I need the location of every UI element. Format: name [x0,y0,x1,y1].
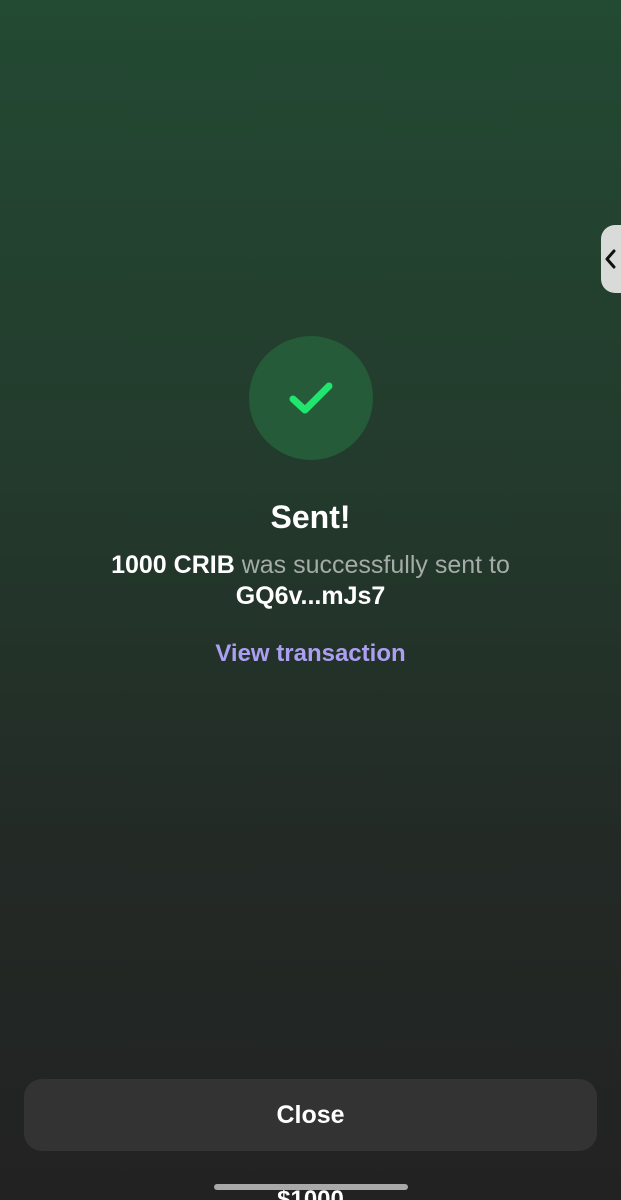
chevron-left-icon [605,249,616,269]
close-button[interactable]: Close [24,1079,597,1151]
home-indicator[interactable] [214,1184,408,1190]
checkmark-icon [289,382,333,414]
sent-amount: 1000 CRIB [111,551,235,579]
success-badge [249,336,373,460]
message-text: was successfully sent to [234,551,510,579]
recipient-address: GQ6v...mJs7 [235,582,386,610]
side-panel-tab[interactable] [601,225,621,293]
page-title: Sent! [270,499,351,535]
success-message: 1000 CRIB was successfully sent to GQ6v.… [40,550,581,612]
view-transaction-link[interactable]: View transaction [0,638,621,670]
